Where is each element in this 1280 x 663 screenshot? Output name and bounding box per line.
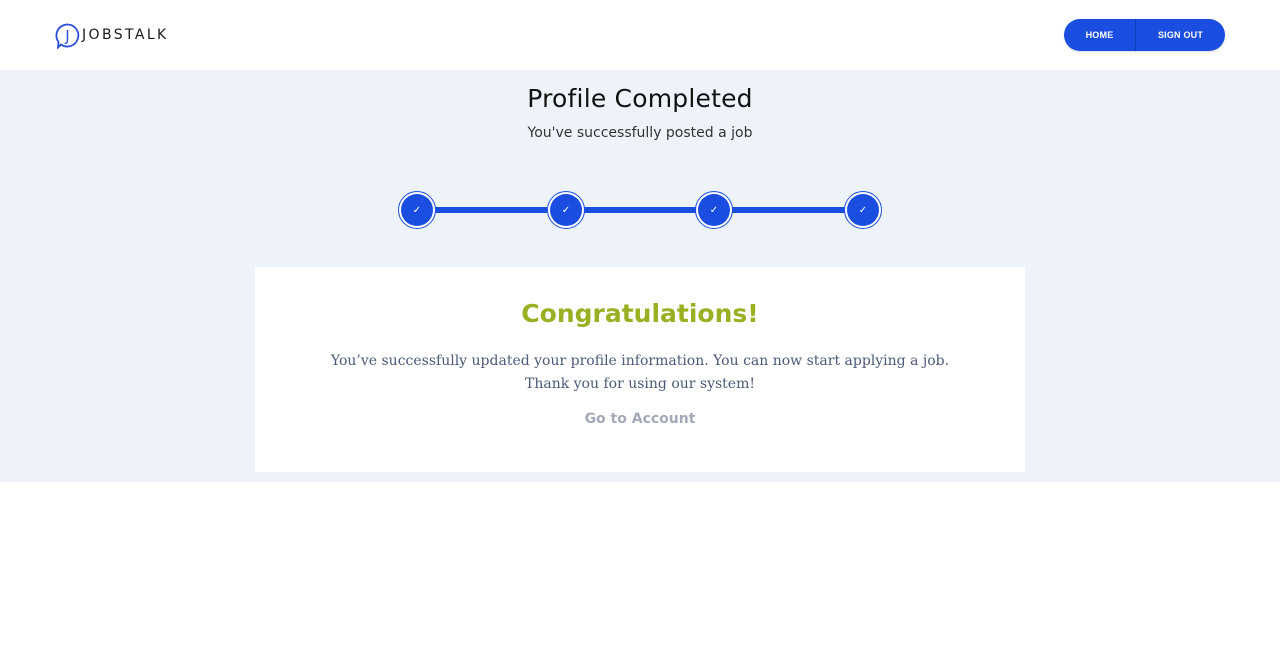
stepper-connector <box>732 207 845 213</box>
home-button[interactable]: HOME <box>1064 19 1136 51</box>
confirmation-message: You’ve successfully updated your profile… <box>255 350 1025 396</box>
step-1: ✓ <box>398 191 436 229</box>
logo-speech-bubble-icon: J <box>55 23 80 50</box>
check-icon: ✓ <box>698 194 730 226</box>
page-title: Profile Completed <box>527 84 753 113</box>
step-4: ✓ <box>844 191 882 229</box>
step-3: ✓ <box>695 191 733 229</box>
confirmation-message-line-2: Thank you for using our system! <box>525 376 755 392</box>
confirmation-card: Congratulations! You’ve successfully upd… <box>255 267 1025 472</box>
logo-letter: J <box>64 27 69 45</box>
confirmation-message-line-1: You’ve successfully updated your profile… <box>330 353 950 369</box>
congratulations-heading: Congratulations! <box>521 299 759 328</box>
stepper-connector <box>435 207 547 213</box>
check-icon: ✓ <box>401 194 433 226</box>
nav-button-group: HOME SIGN OUT <box>1064 19 1225 51</box>
logo-text: JOBSTALK <box>82 27 169 43</box>
page-subtitle: You've successfully posted a job <box>527 125 753 141</box>
sign-out-button[interactable]: SIGN OUT <box>1136 19 1225 51</box>
top-navbar: J JOBSTALK HOME SIGN OUT <box>0 0 1280 70</box>
jobstalk-logo[interactable]: J JOBSTALK <box>55 22 169 50</box>
step-2: ✓ <box>547 191 585 229</box>
go-to-account-link[interactable]: Go to Account <box>255 411 1025 427</box>
stepper-connector <box>583 207 696 213</box>
check-icon: ✓ <box>847 194 879 226</box>
check-icon: ✓ <box>550 194 582 226</box>
progress-stepper: ✓ ✓ ✓ ✓ <box>398 190 882 230</box>
